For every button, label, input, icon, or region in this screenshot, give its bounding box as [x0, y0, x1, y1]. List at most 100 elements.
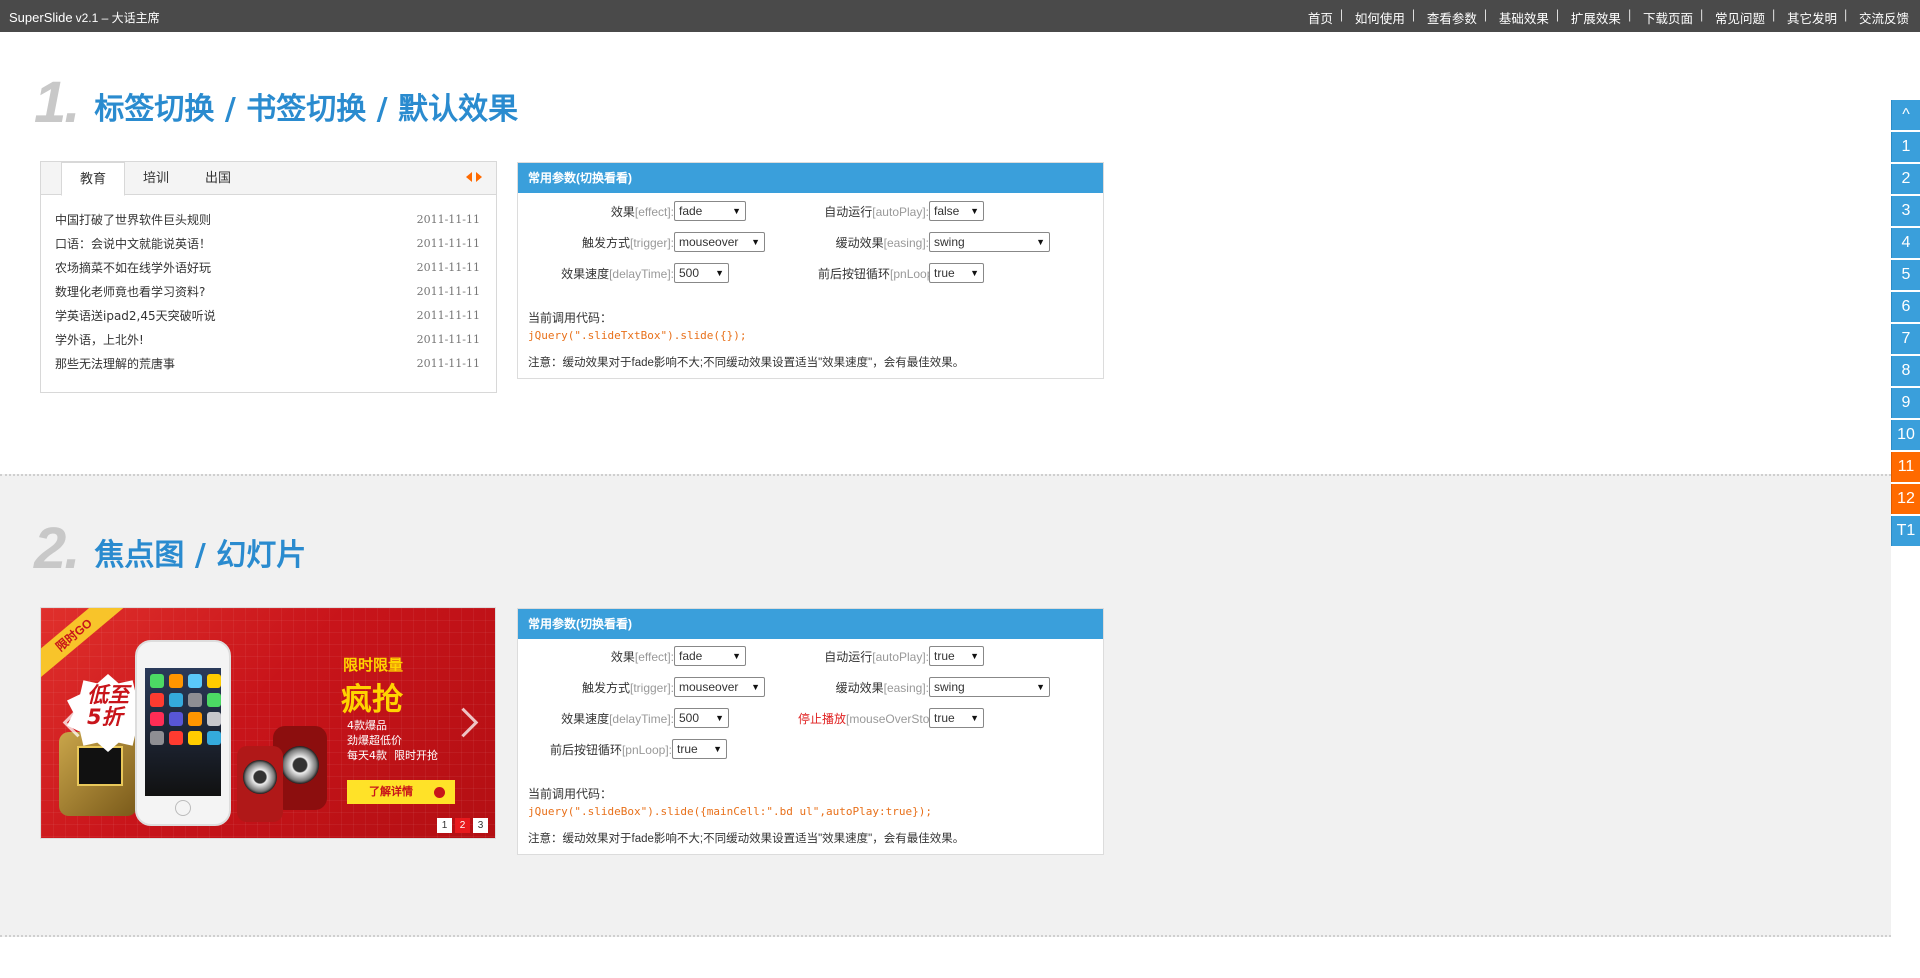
news-date: 2011-11-11: [416, 333, 480, 346]
news-link[interactable]: 那些无法理解的荒唐事: [55, 352, 175, 376]
top-nav: 首页 如何使用 查看参数 基础效果 扩展效果 下载页面 常见问题 其它发明 交流…: [1297, 8, 1920, 27]
slide-next-icon[interactable]: [457, 704, 477, 744]
tab-training[interactable]: 培训: [125, 162, 187, 196]
mouseoverstop-select[interactable]: true ▼: [929, 708, 984, 728]
index-9[interactable]: 9: [1891, 388, 1920, 418]
back-to-top-button[interactable]: ^: [1891, 100, 1920, 130]
list-item: 学英语送ipad2,45天突破听说 2011-11-11: [55, 304, 480, 328]
nav-params[interactable]: 查看参数: [1412, 8, 1488, 27]
home-button-icon: [175, 800, 191, 816]
param-trigger: 触发方式[trigger]: mouseover ▼: [518, 677, 765, 697]
nav-other-inventions[interactable]: 其它发明: [1772, 8, 1848, 27]
param-autoplay: 自动运行[autoPlay]: true ▼: [818, 646, 984, 666]
param-autoplay: 自动运行[autoPlay]: false ▼: [818, 201, 984, 221]
param-effect: 效果[effect]: fade ▼: [518, 201, 746, 221]
easing-select[interactable]: swing ▼: [929, 232, 1050, 252]
index-8[interactable]: 8: [1891, 356, 1920, 386]
nav-how-to-use[interactable]: 如何使用: [1340, 8, 1416, 27]
code-label: 当前调用代码：: [528, 787, 613, 801]
slide-prev-icon[interactable]: [59, 704, 79, 744]
media-player-image: [59, 732, 137, 816]
brand-version: v2.1 – 大话主席: [75, 11, 160, 25]
index-11[interactable]: 11: [1891, 452, 1920, 482]
caret-down-icon: ▼: [751, 682, 760, 692]
index-10[interactable]: 10: [1891, 420, 1920, 450]
news-link[interactable]: 口语：会说中文就能说英语！: [55, 232, 211, 256]
delay-select[interactable]: 500 ▼: [674, 263, 729, 283]
code-label: 当前调用代码：: [528, 311, 613, 325]
news-date: 2011-11-11: [416, 213, 480, 226]
arrow-circle-icon: [434, 787, 445, 798]
prev-arrow-icon[interactable]: [466, 172, 472, 182]
news-link[interactable]: 数理化老师竟也看学习资料?: [55, 280, 205, 304]
pnloop-select[interactable]: true ▼: [929, 263, 984, 283]
news-link[interactable]: 学外语，上北外!: [55, 328, 144, 352]
news-date: 2011-11-11: [416, 357, 480, 370]
panel-header: 常用参数(切换看看): [518, 163, 1103, 193]
brand-name: SuperSlide: [9, 10, 73, 25]
caret-down-icon: ▼: [1036, 682, 1045, 692]
index-t1[interactable]: T1: [1891, 516, 1920, 546]
effect-select[interactable]: fade ▼: [674, 646, 746, 666]
section-2-title: 2. 焦点图 / 幻灯片: [34, 520, 306, 578]
pager-dot[interactable]: 3: [473, 818, 488, 833]
params-panel-2: 常用参数(切换看看) 效果[effect]: fade ▼ 自动运行[autoPl…: [517, 608, 1104, 855]
list-item: 数理化老师竟也看学习资料? 2011-11-11: [55, 280, 480, 304]
nav-home[interactable]: 首页: [1297, 8, 1344, 27]
news-link[interactable]: 农场摘菜不如在线学外语好玩: [55, 256, 211, 280]
section-number: 2.: [34, 516, 80, 581]
section-heading: 焦点图 / 幻灯片: [94, 538, 307, 573]
news-date: 2011-11-11: [416, 261, 480, 274]
param-easing: 缓动效果[easing]: swing ▼: [818, 232, 1050, 252]
caret-down-icon: ▼: [970, 713, 979, 723]
caret-down-icon: ▼: [715, 268, 724, 278]
speaker-image: [237, 746, 283, 822]
news-date: 2011-11-11: [416, 309, 480, 322]
news-link[interactable]: 中国打破了世界软件巨头规则: [55, 208, 211, 232]
tab-education[interactable]: 教育: [61, 162, 126, 196]
index-1[interactable]: 1: [1891, 132, 1920, 162]
next-arrow-icon[interactable]: [476, 172, 482, 182]
promo-big: 疯抢: [341, 682, 403, 718]
index-3[interactable]: 3: [1891, 196, 1920, 226]
index-6[interactable]: 6: [1891, 292, 1920, 322]
index-7[interactable]: 7: [1891, 324, 1920, 354]
autoplay-select[interactable]: false ▼: [929, 201, 984, 221]
caret-down-icon: ▼: [732, 206, 741, 216]
caret-down-icon: ▼: [715, 713, 724, 723]
caret-down-icon: ▼: [970, 651, 979, 661]
side-index: ^ 1 2 3 4 5 6 7 8 9 10 11 12 T1: [1891, 100, 1920, 548]
param-delay: 效果速度[delayTime]: 500 ▼: [518, 263, 729, 283]
news-link[interactable]: 学英语送ipad2,45天突破听说: [55, 304, 216, 328]
trigger-select[interactable]: mouseover ▼: [674, 232, 765, 252]
site-brand[interactable]: SuperSlide v2.1 – 大话主席: [9, 9, 160, 26]
pnloop-select[interactable]: true ▼: [672, 739, 727, 759]
pager-dot[interactable]: 1: [437, 818, 452, 833]
effect-select[interactable]: fade ▼: [674, 201, 746, 221]
easing-select[interactable]: swing ▼: [929, 677, 1050, 697]
param-pnloop: 前后按钮循环[pnLoop]: true ▼: [818, 263, 984, 283]
top-bar: SuperSlidev2.1 – 大话主席 首页 如何使用 查看参数 基础效果 …: [0, 0, 1920, 32]
nav-feedback[interactable]: 交流反馈: [1844, 8, 1920, 27]
nav-download[interactable]: 下载页面: [1628, 8, 1704, 27]
autoplay-select[interactable]: true ▼: [929, 646, 984, 666]
trigger-select[interactable]: mouseover ▼: [674, 677, 765, 697]
param-easing: 缓动效果[easing]: swing ▼: [818, 677, 1050, 697]
index-2[interactable]: 2: [1891, 164, 1920, 194]
index-4[interactable]: 4: [1891, 228, 1920, 258]
tab-abroad[interactable]: 出国: [187, 162, 249, 196]
delay-select[interactable]: 500 ▼: [674, 708, 729, 728]
nav-faq[interactable]: 常见问题: [1700, 8, 1776, 27]
panel-header: 常用参数(切换看看): [518, 609, 1103, 639]
pager-dot-active[interactable]: 2: [455, 818, 470, 833]
caret-down-icon: ▼: [751, 237, 760, 247]
nav-basic-effects[interactable]: 基础效果: [1484, 8, 1560, 27]
list-item: 学外语，上北外! 2011-11-11: [55, 328, 480, 352]
param-mouseoverstop: 停止播放[mouseOverStop]: true ▼: [798, 708, 984, 728]
index-5[interactable]: 5: [1891, 260, 1920, 290]
discount-text: 低至 5折: [87, 683, 129, 729]
list-item: 农场摘菜不如在线学外语好玩 2011-11-11: [55, 256, 480, 280]
nav-extended-effects[interactable]: 扩展效果: [1556, 8, 1632, 27]
detail-button[interactable]: 了解详情: [347, 780, 455, 804]
index-12[interactable]: 12: [1891, 484, 1920, 514]
